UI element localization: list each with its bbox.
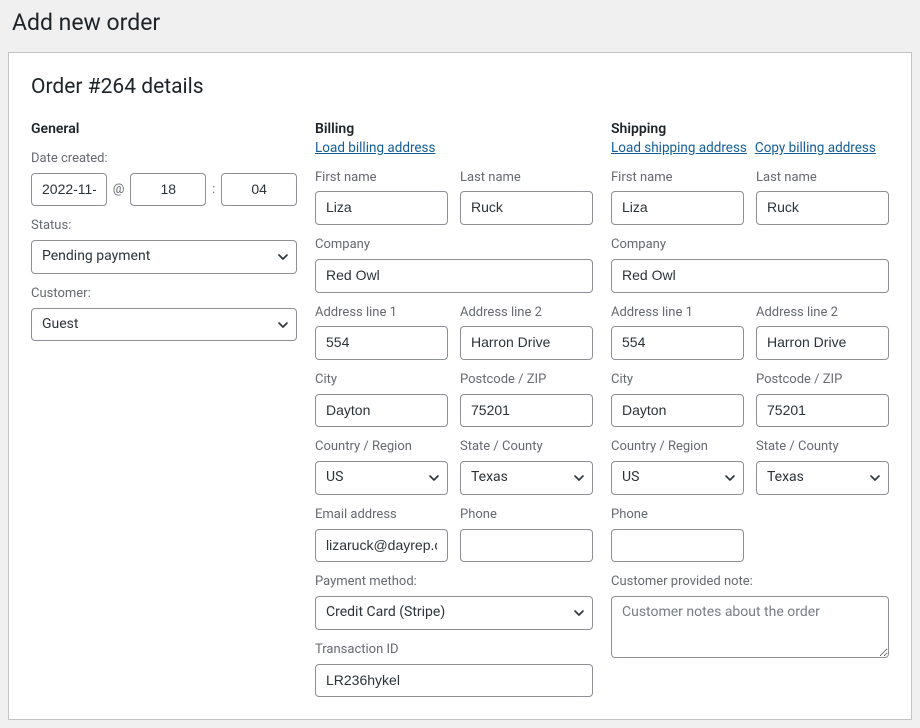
customer-note-textarea[interactable] — [611, 596, 889, 658]
shipping-phone-label: Phone — [611, 507, 744, 524]
shipping-last-name-input[interactable] — [756, 191, 889, 225]
billing-links: Load billing address — [315, 140, 593, 158]
shipping-state-select[interactable]: Texas — [756, 461, 889, 495]
hour-input[interactable] — [130, 173, 206, 207]
at-symbol: @ — [113, 182, 125, 197]
billing-addr2-input[interactable] — [460, 326, 593, 360]
billing-phone-input[interactable] — [460, 529, 593, 563]
billing-city-label: City — [315, 372, 448, 389]
billing-first-name-label: First name — [315, 170, 448, 187]
customer-group: Customer: Guest — [31, 286, 297, 341]
general-heading: General — [31, 121, 297, 137]
billing-email-input[interactable] — [315, 529, 448, 563]
shipping-first-name-label: First name — [611, 170, 744, 187]
shipping-postcode-label: Postcode / ZIP — [756, 372, 889, 389]
billing-country-value: US — [315, 461, 448, 495]
billing-addr1-input[interactable] — [315, 326, 448, 360]
date-created-group: Date created: @ : — [31, 151, 297, 206]
customer-label: Customer: — [31, 286, 297, 303]
shipping-country-select[interactable]: US — [611, 461, 744, 495]
billing-company-input[interactable] — [315, 259, 593, 293]
shipping-last-name-label: Last name — [756, 170, 889, 187]
customer-value: Guest — [31, 308, 297, 342]
shipping-first-name-input[interactable] — [611, 191, 744, 225]
billing-state-value: Texas — [460, 461, 593, 495]
shipping-city-input[interactable] — [611, 394, 744, 428]
transaction-id-input[interactable] — [315, 664, 593, 698]
billing-email-label: Email address — [315, 507, 448, 524]
billing-heading: Billing — [315, 121, 593, 137]
billing-postcode-input[interactable] — [460, 394, 593, 428]
copy-billing-link[interactable]: Copy billing address — [755, 140, 876, 156]
customer-note-label: Customer provided note: — [611, 574, 889, 591]
billing-column: Billing Load billing address First name … — [315, 121, 593, 697]
load-shipping-link[interactable]: Load shipping address — [611, 140, 747, 156]
billing-company-label: Company — [315, 237, 593, 254]
billing-last-name-label: Last name — [460, 170, 593, 187]
shipping-links: Load shipping address Copy billing addres… — [611, 140, 889, 158]
shipping-addr1-label: Address line 1 — [611, 305, 744, 322]
shipping-addr2-label: Address line 2 — [756, 305, 889, 322]
customer-select[interactable]: Guest — [31, 308, 297, 342]
billing-country-label: Country / Region — [315, 439, 448, 456]
billing-last-name-input[interactable] — [460, 191, 593, 225]
colon-symbol: : — [212, 182, 215, 197]
billing-addr2-label: Address line 2 — [460, 305, 593, 322]
shipping-city-label: City — [611, 372, 744, 389]
minute-input[interactable] — [221, 173, 297, 207]
billing-city-input[interactable] — [315, 394, 448, 428]
date-created-row: @ : — [31, 173, 297, 207]
billing-country-select[interactable]: US — [315, 461, 448, 495]
shipping-country-value: US — [611, 461, 744, 495]
shipping-state-label: State / County — [756, 439, 889, 456]
shipping-column: Shipping Load shipping address Copy billi… — [611, 121, 889, 697]
date-input[interactable] — [31, 173, 107, 207]
order-columns: General Date created: @ : Status: Pendin… — [31, 121, 889, 697]
payment-method-value: Credit Card (Stripe) — [315, 596, 593, 630]
transaction-id-label: Transaction ID — [315, 642, 593, 659]
date-created-label: Date created: — [31, 151, 297, 168]
shipping-postcode-input[interactable] — [756, 394, 889, 428]
status-label: Status: — [31, 218, 297, 235]
status-group: Status: Pending payment — [31, 218, 297, 273]
billing-postcode-label: Postcode / ZIP — [460, 372, 593, 389]
status-value: Pending payment — [31, 240, 297, 274]
shipping-country-label: Country / Region — [611, 439, 744, 456]
payment-method-select[interactable]: Credit Card (Stripe) — [315, 596, 593, 630]
billing-phone-label: Phone — [460, 507, 593, 524]
shipping-heading: Shipping — [611, 121, 889, 137]
billing-state-select[interactable]: Texas — [460, 461, 593, 495]
billing-state-label: State / County — [460, 439, 593, 456]
shipping-addr1-input[interactable] — [611, 326, 744, 360]
order-title: Order #264 details — [31, 75, 889, 99]
shipping-company-label: Company — [611, 237, 889, 254]
general-column: General Date created: @ : Status: Pendin… — [31, 121, 297, 697]
billing-addr1-label: Address line 1 — [315, 305, 448, 322]
load-billing-link[interactable]: Load billing address — [315, 140, 436, 156]
shipping-company-input[interactable] — [611, 259, 889, 293]
shipping-state-value: Texas — [756, 461, 889, 495]
shipping-phone-input[interactable] — [611, 529, 744, 563]
shipping-addr2-input[interactable] — [756, 326, 889, 360]
payment-method-label: Payment method: — [315, 574, 593, 591]
page-title: Add new order — [0, 0, 920, 40]
order-details-panel: Order #264 details General Date created:… — [8, 52, 912, 720]
billing-first-name-input[interactable] — [315, 191, 448, 225]
status-select[interactable]: Pending payment — [31, 240, 297, 274]
